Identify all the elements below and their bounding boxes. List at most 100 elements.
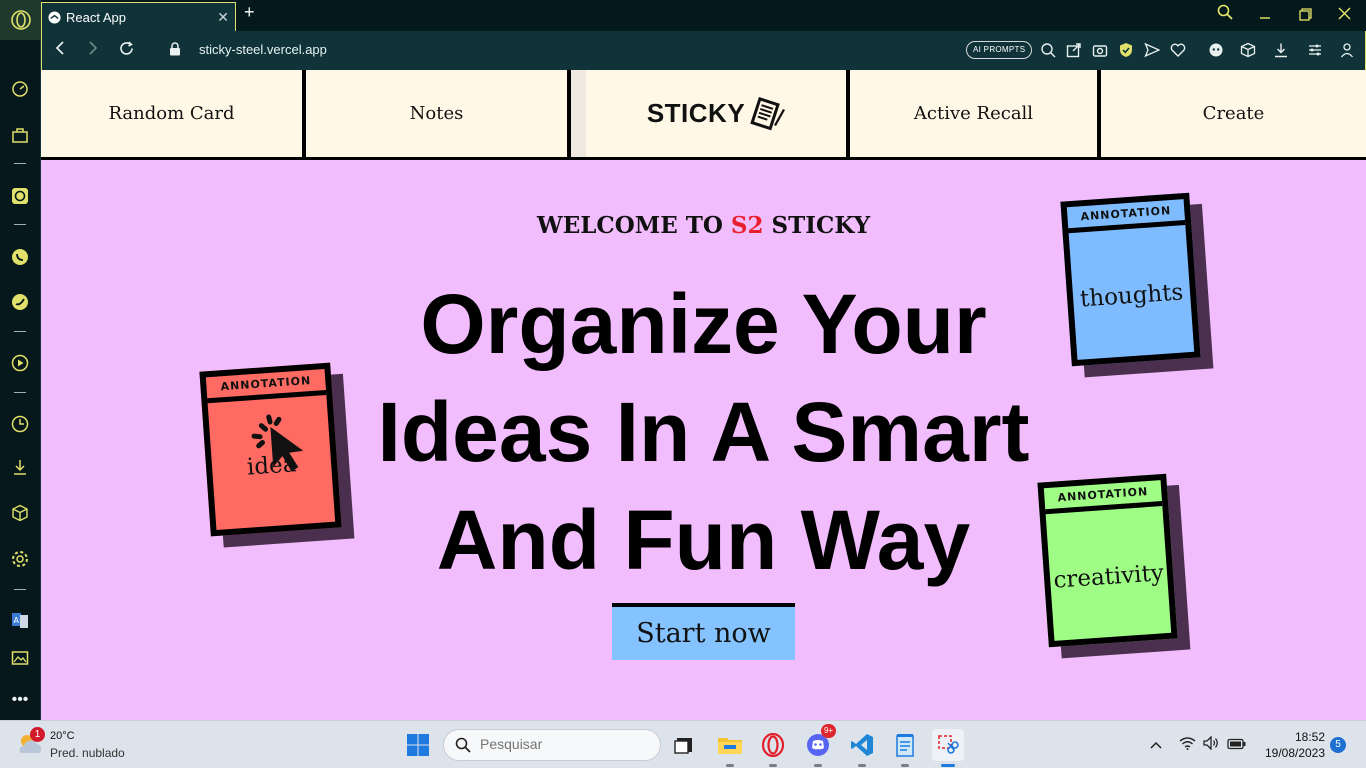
- file-explorer-icon[interactable]: [714, 729, 746, 767]
- nav-create[interactable]: Create: [1101, 70, 1366, 157]
- twitter-icon[interactable]: [9, 291, 31, 313]
- restore-icon[interactable]: [1299, 8, 1312, 25]
- sidebar-divider: [14, 589, 26, 590]
- url-field[interactable]: sticky-steel.vercel.app: [199, 42, 327, 57]
- headline-line-2: Ideas In A Smart: [377, 385, 1030, 479]
- history-icon[interactable]: [9, 413, 31, 435]
- note-card-thoughts: ANNOTATION thoughts: [1060, 192, 1214, 378]
- extensions-icon[interactable]: [9, 502, 31, 524]
- sticky-web-page: Random Card Notes STICKY Active Recall C…: [41, 70, 1366, 720]
- search-input[interactable]: [480, 736, 650, 752]
- share-icon[interactable]: [1066, 42, 1082, 58]
- new-tab-button[interactable]: +: [244, 2, 255, 23]
- minimize-icon[interactable]: [1259, 6, 1271, 23]
- chevron-up-icon[interactable]: [1150, 737, 1162, 755]
- headline-line-1: Organize Your: [420, 277, 987, 371]
- weather-badge: 1: [30, 727, 45, 742]
- clock-time[interactable]: 18:52: [1290, 730, 1330, 744]
- sticky-logo-text: STICKY: [646, 98, 746, 128]
- notepad-icon: [750, 96, 786, 130]
- search-icon: [455, 737, 471, 753]
- browser-search-icon[interactable]: [1217, 4, 1233, 24]
- more-icon[interactable]: •••: [9, 689, 31, 711]
- note-card-idea: ANNOTATION idea: [199, 362, 355, 548]
- weather-temperature[interactable]: 20°C: [50, 730, 75, 742]
- whatsapp-icon[interactable]: [9, 246, 31, 268]
- vscode-icon[interactable]: [846, 729, 878, 767]
- gallery-icon[interactable]: [9, 647, 31, 669]
- notepad-app-icon[interactable]: [889, 729, 921, 767]
- opera-taskbar-icon[interactable]: [757, 729, 789, 767]
- player-icon[interactable]: [9, 352, 31, 374]
- translate-icon[interactable]: A: [9, 609, 31, 631]
- welcome-suffix: STICKY: [763, 212, 871, 239]
- tab-close-icon[interactable]: ✕: [217, 9, 229, 26]
- sidebar-divider: [14, 392, 26, 393]
- windows-start-icon[interactable]: [402, 729, 434, 761]
- zoom-icon[interactable]: [1040, 42, 1056, 58]
- notification-badge[interactable]: 5: [1330, 737, 1346, 753]
- download-icon[interactable]: [1273, 42, 1289, 58]
- vpn-shield-icon[interactable]: [1118, 42, 1134, 58]
- opera-sidebar: A •••: [0, 0, 41, 720]
- lock-icon[interactable]: [169, 42, 181, 61]
- close-window-icon[interactable]: [1338, 7, 1351, 24]
- shopping-icon[interactable]: [9, 124, 31, 146]
- nav-notes[interactable]: Notes: [306, 70, 567, 157]
- sidebar-divider: [14, 163, 26, 164]
- running-indicator: [901, 764, 909, 767]
- nav-random-card[interactable]: Random Card: [41, 70, 302, 157]
- running-indicator: [726, 764, 734, 767]
- top-navigation: Random Card Notes STICKY Active Recall C…: [41, 70, 1366, 160]
- svg-text:A: A: [14, 616, 20, 625]
- running-indicator: [941, 764, 955, 767]
- reload-icon[interactable]: [119, 41, 134, 60]
- downloads-icon[interactable]: [9, 456, 31, 478]
- settings-icon[interactable]: [9, 548, 31, 570]
- heart-icon[interactable]: [1170, 42, 1186, 58]
- ai-prompts-button[interactable]: AI PROMPTS: [966, 41, 1033, 59]
- headline-line-3: And Fun Way: [436, 493, 971, 587]
- nav-spacer: [571, 70, 586, 157]
- note-body: ANNOTATION creativity: [1037, 473, 1178, 648]
- snipping-tool-icon[interactable]: [932, 729, 964, 767]
- running-indicator: [769, 764, 777, 767]
- easy-setup-icon[interactable]: [1307, 42, 1323, 58]
- task-view-icon[interactable]: [668, 729, 700, 761]
- tab-favicon-icon: [48, 10, 61, 24]
- clock-date[interactable]: 19/08/2023: [1260, 746, 1330, 760]
- start-now-button[interactable]: Start now: [612, 603, 795, 660]
- speed-dial-icon[interactable]: [9, 78, 31, 100]
- send-icon[interactable]: [1144, 42, 1161, 58]
- running-indicator: [858, 764, 866, 767]
- tab-react-app[interactable]: React App ✕: [41, 2, 236, 31]
- volume-icon[interactable]: [1203, 735, 1219, 755]
- cursor-click-icon: [251, 414, 304, 472]
- welcome-prefix: WELCOME TO: [536, 212, 731, 239]
- address-bar: sticky-steel.vercel.app AI PROMPTS: [41, 31, 1366, 70]
- nav-active-recall[interactable]: Active Recall: [850, 70, 1097, 157]
- opera-logo-icon[interactable]: [0, 0, 41, 40]
- note-header: ANNOTATION: [1066, 199, 1186, 234]
- running-indicator: [814, 764, 822, 767]
- taskbar-search-box[interactable]: [443, 729, 661, 761]
- hero-headline: Organize Your Ideas In A Smart And Fun W…: [341, 270, 1066, 594]
- note-header: ANNOTATION: [205, 369, 327, 404]
- chatgpt-icon[interactable]: [9, 185, 31, 207]
- sidebar-divider: [14, 331, 26, 332]
- battery-icon[interactable]: [1227, 737, 1246, 755]
- back-icon[interactable]: [54, 41, 66, 59]
- extensions-cube-icon[interactable]: [1240, 42, 1256, 58]
- note-body: ANNOTATION thoughts: [1060, 192, 1201, 367]
- aria-icon[interactable]: [1208, 42, 1224, 58]
- weather-description[interactable]: Pred. nublado: [50, 746, 125, 760]
- snapshot-icon[interactable]: [1092, 42, 1108, 58]
- forward-icon[interactable]: [87, 41, 99, 59]
- profile-icon[interactable]: [1339, 42, 1355, 58]
- tab-title: React App: [66, 9, 126, 25]
- wifi-icon[interactable]: [1179, 736, 1196, 755]
- note-header: ANNOTATION: [1043, 480, 1163, 515]
- discord-icon[interactable]: 9+: [802, 724, 836, 767]
- tab-bar: React App ✕ +: [41, 0, 1366, 31]
- nav-logo[interactable]: STICKY: [586, 70, 846, 157]
